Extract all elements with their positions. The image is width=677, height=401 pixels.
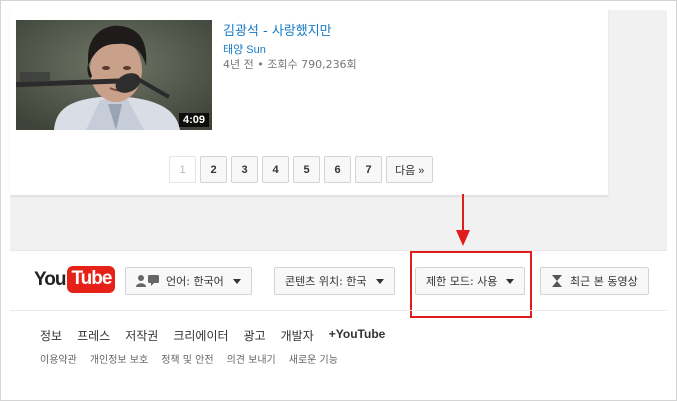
results-card: 4:09 김광석 - 사랑했지만 태양 Sun 4년 전 • 조회수 790,2… xyxy=(10,10,608,196)
footer-link-privacy[interactable]: 개인정보 보호 xyxy=(90,351,148,366)
chevron-down-icon xyxy=(232,278,241,284)
language-button-label: 언어: 한국어 xyxy=(166,275,224,288)
channel-link[interactable]: 태양 Sun xyxy=(223,41,266,57)
footer-link-press[interactable]: 프레스 xyxy=(77,327,110,344)
footer: You Tube 언어: 한국어 콘텐츠 위치: 한국 제한 모드: 사용 최근… xyxy=(10,250,667,391)
logo-you-text: You xyxy=(34,268,67,290)
page-6-button[interactable]: 6 xyxy=(324,156,351,183)
footer-primary-links: 정보 프레스 저작권 크리에이터 광고 개발자 +YouTube xyxy=(40,327,400,344)
language-icon xyxy=(136,275,159,287)
page-3-button[interactable]: 3 xyxy=(231,156,258,183)
footer-link-new-features[interactable]: 새로운 기능 xyxy=(289,351,338,366)
next-page-button[interactable]: 다음 » xyxy=(386,156,434,183)
footer-divider xyxy=(10,310,667,311)
footer-link-feedback[interactable]: 의견 보내기 xyxy=(227,351,276,366)
page-7-button[interactable]: 7 xyxy=(355,156,382,183)
video-title-link[interactable]: 김광석 - 사랑했지만 xyxy=(223,20,332,39)
content-location-button[interactable]: 콘텐츠 위치: 한국 xyxy=(274,267,395,295)
video-meta: 4년 전 • 조회수 790,236회 xyxy=(223,58,357,71)
video-thumbnail[interactable]: 4:09 xyxy=(16,20,212,130)
footer-link-developers[interactable]: 개발자 xyxy=(281,327,314,344)
page-4-button[interactable]: 4 xyxy=(262,156,289,183)
footer-link-about[interactable]: 정보 xyxy=(40,327,62,344)
page-1-button: 1 xyxy=(169,156,196,183)
pagination: 1 2 3 4 5 6 7 다음 » xyxy=(169,156,437,183)
footer-link-policy-safety[interactable]: 정책 및 안전 xyxy=(161,351,213,366)
annotation-highlight-box xyxy=(410,251,532,318)
hourglass-icon xyxy=(552,275,562,287)
youtube-logo[interactable]: You Tube xyxy=(34,266,116,293)
page-5-button[interactable]: 5 xyxy=(293,156,320,183)
footer-link-creators[interactable]: 크리에이터 xyxy=(173,327,228,344)
history-button-label: 최근 본 동영상 xyxy=(570,275,638,288)
footer-link-copyright[interactable]: 저작권 xyxy=(125,327,158,344)
video-duration: 4:09 xyxy=(178,113,209,127)
annotation-arrow-icon xyxy=(456,194,470,246)
page-2-button[interactable]: 2 xyxy=(200,156,227,183)
chevron-down-icon xyxy=(375,278,384,284)
history-button[interactable]: 최근 본 동영상 xyxy=(540,267,649,295)
footer-link-terms[interactable]: 이용약관 xyxy=(40,351,77,366)
footer-link-plus-youtube[interactable]: +YouTube xyxy=(329,327,386,344)
language-button[interactable]: 언어: 한국어 xyxy=(125,267,252,295)
logo-tube-text: Tube xyxy=(67,266,116,293)
footer-link-advertise[interactable]: 광고 xyxy=(244,327,266,344)
footer-secondary-links: 이용약관 개인정보 보호 정책 및 안전 의견 보내기 새로운 기능 xyxy=(40,351,351,366)
content-location-label: 콘텐츠 위치: 한국 xyxy=(285,275,367,288)
